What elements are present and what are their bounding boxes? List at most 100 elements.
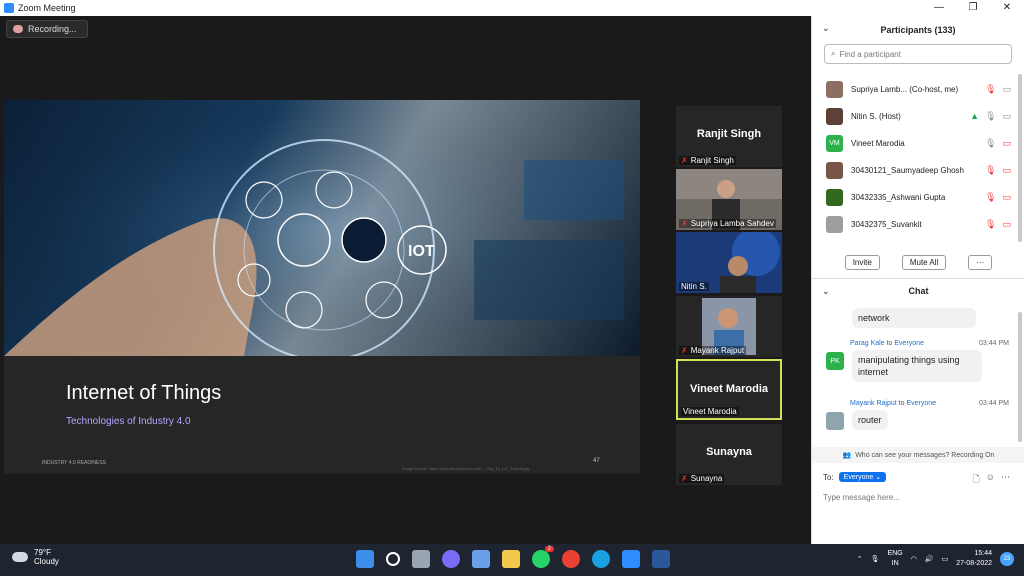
panel-divider xyxy=(812,278,1024,279)
weather-widget[interactable]: 79°F Cloudy xyxy=(12,548,59,566)
zoom-icon[interactable] xyxy=(622,550,640,568)
to-label: To: xyxy=(823,472,834,482)
slide-subtitle: Technologies of Industry 4.0 xyxy=(66,416,191,427)
participant-row[interactable]: 30432335_Ashwani Gupta 🎙 ▭ xyxy=(812,184,1024,211)
notification-badge[interactable]: 23 xyxy=(1000,552,1014,566)
windows-start-icon[interactable] xyxy=(356,550,374,568)
close-icon[interactable]: ✕ xyxy=(990,0,1024,16)
message-sender[interactable]: Parag Kale xyxy=(850,340,885,347)
video-tile[interactable]: Nitin S. xyxy=(676,232,782,293)
video-tile-active-speaker[interactable]: Vineet Marodia Vineet Marodia xyxy=(676,359,782,420)
minimize-icon[interactable]: — xyxy=(922,0,956,16)
participant-role: (Co-host, me) xyxy=(909,85,959,94)
task-view-icon[interactable] xyxy=(412,550,430,568)
recording-label: Recording... xyxy=(28,24,77,34)
participants-list: Supriya Lamb... (Co-host, me) 🎙 ▭ Nitin S… xyxy=(812,76,1024,244)
window-title: Zoom Meeting xyxy=(18,3,76,13)
mic-icon[interactable]: 🎙 xyxy=(871,555,880,563)
volume-icon[interactable]: 🔊 xyxy=(925,555,934,563)
slide-title: Internet of Things xyxy=(66,382,222,404)
chat-input[interactable]: Type message here... xyxy=(823,493,900,502)
chevron-up-icon[interactable]: ⌃ xyxy=(857,555,863,563)
video-icon[interactable]: ▭ xyxy=(1002,111,1011,122)
tile-label: ✗ Sunayna xyxy=(679,474,725,483)
participant-row[interactable]: 30432375_Suvankit 🎙 ▭ xyxy=(812,211,1024,238)
message-to-word: to xyxy=(886,340,893,347)
participant-row[interactable]: 30430121_Saumyadeep Ghosh 🎙 ▭ xyxy=(812,157,1024,184)
participant-name: 30432335_Ashwani Gupta xyxy=(851,193,946,202)
recipient-row: To: Everyone ⌄ xyxy=(823,472,887,482)
tile-name: Ranjit Singh xyxy=(690,156,734,165)
message-time: 03:44 PM xyxy=(979,400,1009,407)
mic-muted-icon[interactable]: 🎙 xyxy=(985,219,996,230)
avatar xyxy=(826,162,843,179)
participant-row[interactable]: Supriya Lamb... (Co-host, me) 🎙 ▭ xyxy=(812,76,1024,103)
recipient-value: Everyone xyxy=(843,474,874,481)
chevron-down-icon[interactable]: ⌄ xyxy=(822,286,830,297)
emoji-icon[interactable]: ☺ xyxy=(986,472,995,488)
video-off-icon[interactable]: ▭ xyxy=(1002,192,1011,203)
avatar xyxy=(826,216,843,233)
weather-condition: Cloudy xyxy=(34,557,59,566)
mic-muted-icon[interactable]: 🎙 xyxy=(985,84,996,95)
word-icon[interactable] xyxy=(652,550,670,568)
tile-label: Vineet Marodia xyxy=(681,407,739,416)
avatar xyxy=(826,108,843,125)
chat-visibility-notice[interactable]: 👥 Who can see your messages? Recording O… xyxy=(812,447,1024,463)
notice-text: Who can see your messages? Recording On xyxy=(855,451,995,459)
participant-row[interactable]: Nitin S. (Host) ▲ 🎙 ▭ xyxy=(812,103,1024,130)
language-indicator[interactable]: ENG IN xyxy=(888,549,903,569)
avatar xyxy=(826,81,843,98)
tile-label: ✗ Supriya Lamba Sahdev xyxy=(679,219,776,228)
video-off-icon[interactable]: ▭ xyxy=(1002,165,1011,176)
edge-icon[interactable] xyxy=(592,550,610,568)
video-tile[interactable]: ✗ Mayank Rajput xyxy=(676,296,782,357)
mic-muted-icon[interactable]: 🎙 xyxy=(985,192,996,203)
tile-name: Nitin S. xyxy=(681,282,707,291)
mute-all-button[interactable]: Mute All xyxy=(901,255,947,270)
teams-chat-icon[interactable] xyxy=(442,550,460,568)
mic-muted-icon[interactable]: 🎙 xyxy=(985,165,996,176)
chevron-down-icon[interactable]: ⌄ xyxy=(822,23,830,34)
invite-button[interactable]: Invite xyxy=(844,255,880,270)
wifi-icon[interactable]: ◠ xyxy=(911,555,917,563)
search-icon[interactable] xyxy=(386,552,400,566)
file-explorer-icon[interactable] xyxy=(502,550,520,568)
mic-icon[interactable]: 🎙 xyxy=(985,138,996,149)
video-off-icon[interactable]: ▭ xyxy=(1002,219,1011,230)
video-tile[interactable]: Sunayna ✗ Sunayna xyxy=(676,424,782,485)
message-recipient: Everyone xyxy=(894,340,924,347)
tile-display-name: Ranjit Singh xyxy=(696,128,762,140)
participant-search-input[interactable]: ⌕ Find a participant xyxy=(824,44,1012,64)
mic-icon[interactable]: 🎙 xyxy=(985,111,996,122)
avatar xyxy=(826,412,844,430)
cloud-recording-icon xyxy=(13,25,23,33)
region-code: IN xyxy=(891,560,899,567)
battery-icon[interactable]: ▭ xyxy=(942,555,949,563)
message-recipient: Everyone xyxy=(906,400,937,407)
restore-icon[interactable]: ❐ xyxy=(956,0,990,16)
recipient-dropdown[interactable]: Everyone ⌄ xyxy=(838,472,887,482)
video-off-icon[interactable]: ▭ xyxy=(1002,138,1011,149)
tile-name: Vineet Marodia xyxy=(683,407,737,416)
meeting-area: Recording... IOT Internet of Things Tech… xyxy=(0,16,810,544)
video-icon[interactable]: ▭ xyxy=(1002,84,1011,95)
more-icon[interactable]: ⋯ xyxy=(1001,472,1010,488)
more-options-button[interactable]: ··· xyxy=(968,255,993,270)
mic-muted-icon: ✗ xyxy=(681,346,688,355)
chat-messages: network Parag Kale to Everyone 03:44 PM … xyxy=(812,306,1024,446)
video-tile[interactable]: ✗ Supriya Lamba Sahdev xyxy=(676,169,782,230)
participant-name: Nitin S. xyxy=(851,112,877,121)
chat-header: ⌄ Chat xyxy=(812,286,1024,302)
file-icon[interactable]: 🗋 xyxy=(973,472,980,488)
message-sender[interactable]: Mayank Rajput xyxy=(850,400,897,407)
video-tile[interactable]: Ranjit Singh ✗ Ranjit Singh xyxy=(676,106,782,167)
clock[interactable]: 15:44 27-08-2022 xyxy=(956,549,992,569)
tile-label: ✗ Mayank Rajput xyxy=(679,346,747,355)
whatsapp-icon[interactable]: 2 xyxy=(532,546,554,568)
recording-indicator[interactable]: Recording... xyxy=(6,20,88,38)
tile-label: Nitin S. xyxy=(679,282,709,291)
store-icon[interactable] xyxy=(472,550,490,568)
participant-row[interactable]: VM Vineet Marodia 🎙 ▭ xyxy=(812,130,1024,157)
chrome-icon[interactable] xyxy=(562,550,580,568)
